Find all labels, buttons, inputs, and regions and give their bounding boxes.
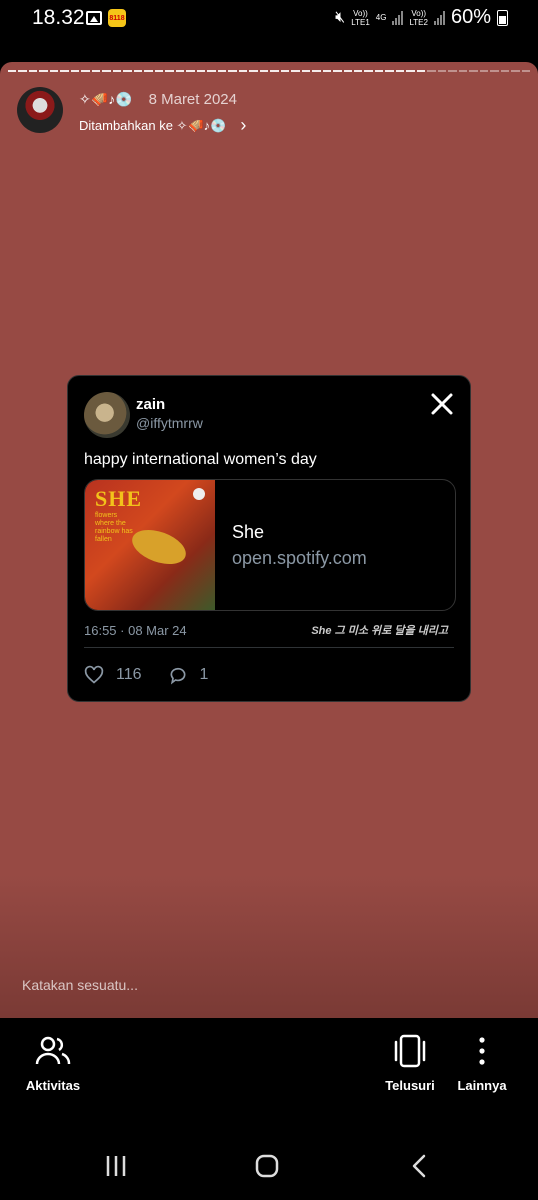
x-logo-icon [431,393,453,415]
back-icon[interactable] [410,1154,430,1178]
browse-button[interactable]: Telusuri [380,1034,440,1093]
tweet-author-name: zain [136,396,166,413]
album-cover-subtitle: flowers where the rainbow has fallen [95,512,133,543]
tweet-divider [84,647,454,648]
more-button[interactable]: Lainnya [452,1034,512,1093]
status-time: 18.32 [32,6,85,29]
app-notification-icon: 8118 [108,9,126,27]
story-action-bar: Aktivitas Telusuri Lainnya [0,1018,538,1128]
album-cover-title: SHE [95,486,143,511]
status-bar: 18.32 8118 🔇︎ Vo)) LTE1 4G Vo)) LTE2 60% [0,0,538,36]
album-cover-image: SHE flowers where the rainbow has fallen [85,480,215,610]
people-icon [35,1036,71,1065]
system-nav-bar [0,1128,538,1200]
lte1-label: Vo)) LTE1 [351,8,370,27]
story-highlight-name[interactable]: ✧🪗♪💿 [79,91,133,108]
added-to-label: Ditambahkan ke ✧🪗♪💿 [79,117,227,133]
activity-label: Aktivitas [25,1078,81,1093]
tweet-avatar [84,392,130,438]
tweet-timestamp: 16:55 · 08 Mar 24 [84,623,187,638]
signal-icon [392,10,404,25]
chevron-right-icon: › [240,115,247,135]
recent-apps-icon[interactable] [104,1154,128,1178]
browse-label: Telusuri [385,1078,435,1093]
reply-count: 1 [199,666,209,683]
activity-button[interactable]: Aktivitas [22,1034,84,1093]
more-label: Lainnya [457,1078,507,1093]
like-count: 116 [116,666,142,683]
mute-icon: 🔇︎ [335,8,346,26]
carousel-icon [394,1034,426,1068]
story-date: 8 Maret 2024 [148,91,237,108]
link-domain: open.spotify.com [232,548,367,568]
tweet-author-handle: @iffytmrrw [136,415,203,431]
story-reply-input[interactable]: Katakan sesuatu... [22,977,138,993]
album-cover-art [127,523,191,571]
network-type-label: 4G [375,13,387,22]
heart-icon[interactable] [84,665,104,685]
gallery-notification-icon [86,11,102,25]
link-preview-card[interactable]: SHE flowers where the rainbow has fallen… [84,479,456,611]
battery-icon [497,9,508,26]
home-icon[interactable] [255,1154,279,1178]
tweet-song-caption: She 그 미소 위로 달을 내리고 [311,625,448,637]
more-vertical-icon [479,1037,485,1065]
lte2-label: Vo)) LTE2 [409,8,428,27]
album-badge-icon [193,488,205,500]
tweet-card[interactable]: zain @iffytmrrw happy international wome… [67,375,471,702]
story-view[interactable]: ✧🪗♪💿 8 Maret 2024 Ditambahkan ke ✧🪗♪💿 › … [0,62,538,1018]
story-progress-bar [8,70,531,72]
battery-percent: 60% [450,6,491,28]
added-to-highlight-link[interactable]: Ditambahkan ke ✧🪗♪💿 › [79,115,246,136]
story-avatar[interactable] [17,87,63,133]
tweet-text: happy international women’s day [84,451,317,468]
signal-icon-2 [433,10,445,25]
reply-icon[interactable] [168,665,188,685]
link-title: She [232,522,265,542]
